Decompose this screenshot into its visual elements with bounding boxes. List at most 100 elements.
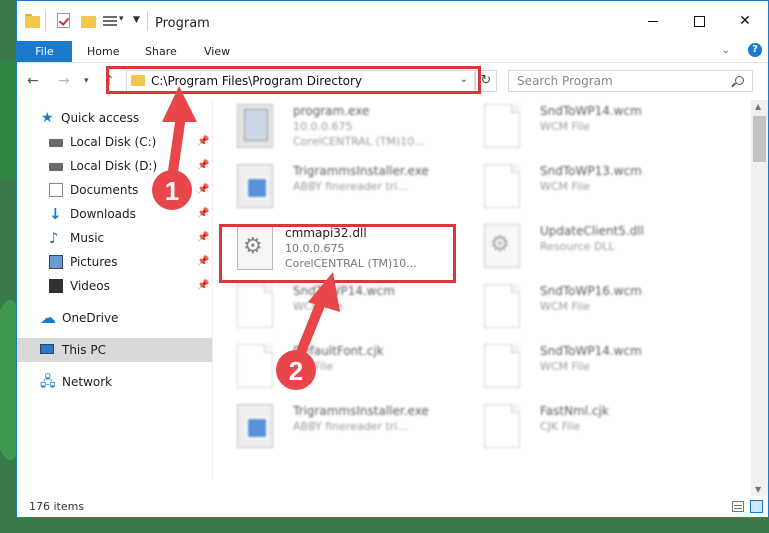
pane-divider[interactable] xyxy=(212,100,213,480)
nav-item-this-pc[interactable]: This PC xyxy=(17,338,212,362)
file-tile[interactable]: SndToWP16.wcm WCM File xyxy=(464,280,694,336)
file-tile[interactable]: program.exe 10.0.0.675 CorelCENTRAL (TM)… xyxy=(217,100,447,156)
nav-item-quick-access[interactable]: ★ Quick access xyxy=(17,106,212,130)
file-tile-cmmapi32[interactable]: cmmapi32.dll 10.0.0.675 CorelCENTRAL (TM… xyxy=(217,222,447,278)
nav-item-label: Local Disk (D:) xyxy=(70,159,158,173)
minimize-icon xyxy=(648,20,658,22)
file-detail: CorelCENTRAL (TM)10... xyxy=(293,135,425,148)
folder-icon xyxy=(25,13,41,29)
pictures-icon xyxy=(49,255,63,269)
nav-item-onedrive[interactable]: ☁ OneDrive xyxy=(17,306,212,330)
scroll-up-icon[interactable]: ▲ xyxy=(755,102,761,111)
help-icon[interactable]: ? xyxy=(748,43,762,57)
music-icon: ♪ xyxy=(49,229,59,247)
tiles-view-icon[interactable] xyxy=(750,500,763,513)
vertical-scrollbar[interactable]: ▲ ▼ xyxy=(751,100,768,496)
customize-toolbar-icon[interactable]: ▼ xyxy=(133,15,140,25)
file-icon xyxy=(484,284,520,328)
chevron-down-icon[interactable]: ▾ xyxy=(119,14,124,24)
file-name: UpdateClient5.dll xyxy=(540,224,644,238)
nav-item-label: Documents xyxy=(70,183,139,197)
tab-home[interactable]: Home xyxy=(87,41,119,62)
address-path[interactable]: C:\Program Files\Program Directory xyxy=(151,74,362,88)
file-tile[interactable]: SndToWP14.wcm WCM File xyxy=(464,100,694,156)
forward-button[interactable]: → xyxy=(58,73,70,89)
file-tile[interactable]: SndToWP13.wcm WCM File xyxy=(464,160,694,216)
nav-item-network[interactable]: 🖧 Network xyxy=(17,370,212,394)
nav-item-label: Videos xyxy=(70,279,110,293)
file-tile[interactable]: FastNml.cjk CJK File xyxy=(464,400,694,456)
nav-item-pictures[interactable]: Pictures 📌 xyxy=(17,250,212,274)
file-tile[interactable]: SndToWP14.wcm WCM File xyxy=(464,340,694,396)
file-list: program.exe 10.0.0.675 CorelCENTRAL (TM)… xyxy=(217,100,747,496)
up-button[interactable]: ↑ xyxy=(103,73,115,89)
search-box[interactable]: Search Program xyxy=(508,70,753,92)
scroll-down-icon[interactable]: ▼ xyxy=(755,485,761,494)
tab-file[interactable]: File xyxy=(17,41,72,62)
item-count: 176 items xyxy=(29,500,85,513)
file-tile[interactable]: UpdateClient5.dll Resource DLL xyxy=(464,220,694,276)
pin-icon[interactable]: 📌 xyxy=(197,250,209,274)
pin-icon[interactable]: 📌 xyxy=(197,202,209,226)
tab-view[interactable]: View xyxy=(204,41,230,62)
close-icon: ✕ xyxy=(739,13,751,29)
dll-gear-icon xyxy=(237,226,273,270)
file-name: TrigrammsInstaller.exe xyxy=(293,404,429,418)
details-view-icon[interactable] xyxy=(732,501,744,512)
maximize-button[interactable] xyxy=(676,1,722,41)
nav-item-downloads[interactable]: ↓ Downloads 📌 xyxy=(17,202,212,226)
window-title: Program xyxy=(155,16,210,31)
pin-icon[interactable]: 📌 xyxy=(197,154,209,178)
divider xyxy=(45,11,46,31)
nav-item-label: OneDrive xyxy=(62,311,119,325)
pin-icon[interactable]: 📌 xyxy=(197,178,209,202)
file-name: TrigrammsInstaller.exe xyxy=(293,164,429,178)
recent-locations-button[interactable]: ▾ xyxy=(84,76,89,86)
chevron-down-icon[interactable]: ⌄ xyxy=(460,74,468,85)
download-icon: ↓ xyxy=(49,205,62,223)
network-icon: 🖧 xyxy=(40,374,56,390)
navigation-pane: ★ Quick access Local Disk (C:) 📌 Local D… xyxy=(17,100,212,496)
view-options-icon[interactable] xyxy=(103,13,117,29)
properties-icon[interactable] xyxy=(57,13,70,28)
file-detail: 10.0.0.675 xyxy=(293,120,353,133)
cloud-icon: ☁ xyxy=(40,308,56,327)
nav-item-local-disk-c[interactable]: Local Disk (C:) 📌 xyxy=(17,130,212,154)
refresh-button[interactable]: ↻ xyxy=(475,70,497,92)
file-detail: WCM File xyxy=(540,300,590,313)
close-button[interactable]: ✕ xyxy=(722,1,768,41)
back-button[interactable]: ← xyxy=(27,73,39,89)
file-tile[interactable]: TrigrammsInstaller.exe ABBY finereader t… xyxy=(217,400,447,456)
minimize-button[interactable] xyxy=(630,1,676,41)
tab-share[interactable]: Share xyxy=(145,41,177,62)
file-detail: WCM File xyxy=(293,300,343,313)
new-folder-icon[interactable] xyxy=(81,13,97,29)
nav-item-local-disk-d[interactable]: Local Disk (D:) 📌 xyxy=(17,154,212,178)
expand-ribbon-icon[interactable]: ⌄ xyxy=(722,45,730,56)
title-bar: ▾ ▼ Program ✕ xyxy=(17,1,768,41)
nav-item-music[interactable]: ♪ Music 📌 xyxy=(17,226,212,250)
nav-item-documents[interactable]: Documents 📌 xyxy=(17,178,212,202)
star-icon: ★ xyxy=(41,110,54,126)
file-detail: 10.0.0.675 xyxy=(285,242,345,255)
file-tile[interactable]: DefaultFont.cjk CJK File xyxy=(217,340,447,396)
file-tile[interactable]: SndToWP14.wcm WCM File xyxy=(217,280,447,336)
videos-icon xyxy=(49,279,63,293)
nav-item-label: Quick access xyxy=(61,111,140,125)
file-detail: ABBY finereader tri... xyxy=(293,180,408,193)
nav-item-label: This PC xyxy=(62,343,106,357)
file-detail: ABBY finereader tri... xyxy=(293,420,408,433)
nav-item-videos[interactable]: Videos 📌 xyxy=(17,274,212,298)
address-bar[interactable]: C:\Program Files\Program Directory ⌄ xyxy=(126,70,475,92)
search-input[interactable]: Search Program xyxy=(517,74,613,88)
file-tile[interactable]: TrigrammsInstaller.exe ABBY finereader t… xyxy=(217,160,447,216)
search-icon[interactable] xyxy=(735,76,744,85)
ribbon-tabs: File Home Share View ⌄ ? xyxy=(17,41,768,62)
file-icon xyxy=(484,344,520,388)
pin-icon[interactable]: 📌 xyxy=(197,274,209,298)
file-icon xyxy=(484,104,520,148)
nav-item-label: Local Disk (C:) xyxy=(70,135,157,149)
pin-icon[interactable]: 📌 xyxy=(197,130,209,154)
pin-icon[interactable]: 📌 xyxy=(197,226,209,250)
scrollbar-thumb[interactable] xyxy=(753,116,766,162)
